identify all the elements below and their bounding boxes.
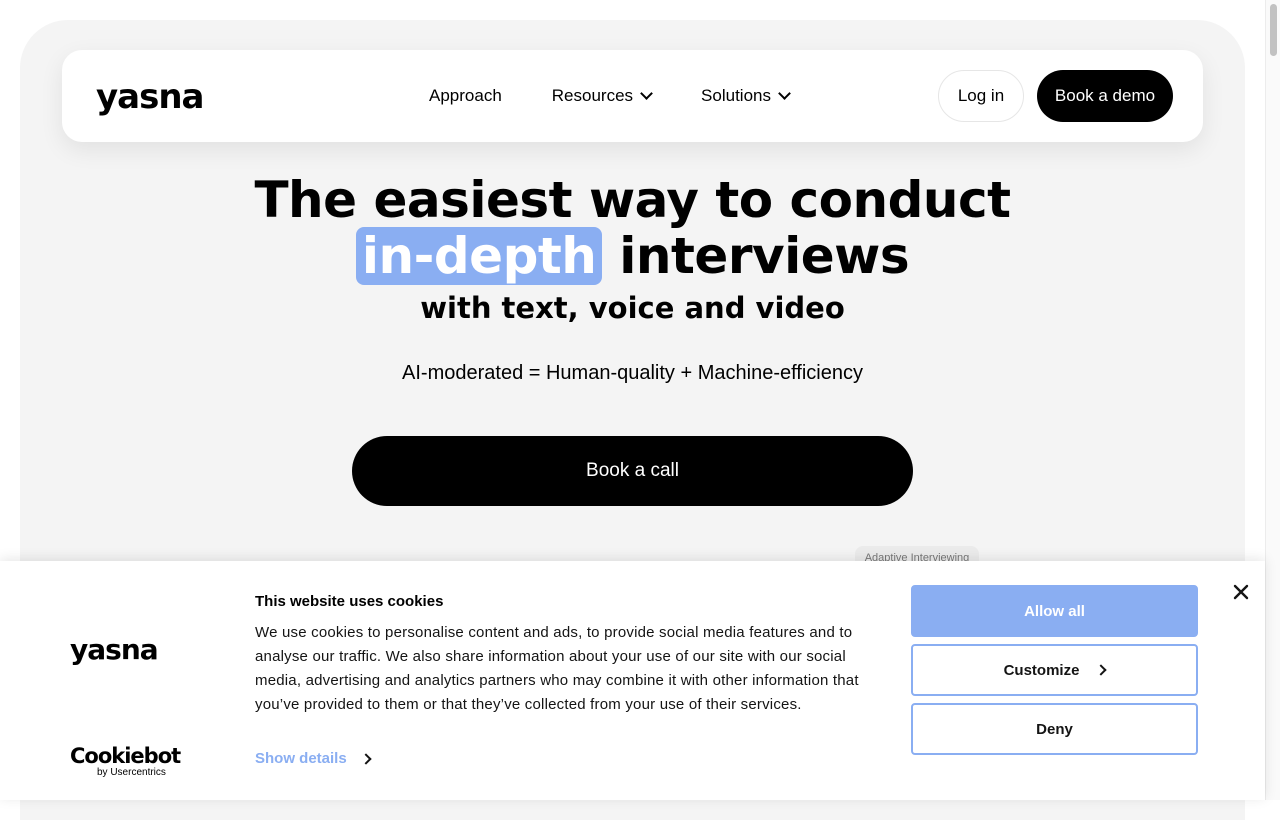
cookiebot-name: Cookiebot (70, 744, 181, 768)
show-details-link[interactable]: Show details (255, 750, 372, 767)
login-button[interactable]: Log in (938, 70, 1024, 122)
cookie-description: We use cookies to personalise content an… (255, 624, 859, 713)
cookie-heading: This website uses cookies (255, 593, 444, 610)
chevron-right-icon (1095, 664, 1108, 676)
customize-button[interactable]: Customize (911, 644, 1198, 696)
book-demo-button[interactable]: Book a demo (1037, 70, 1173, 122)
hero-title-rest: interviews (619, 227, 910, 285)
hero-tagline: AI-moderated = Human-quality + Machine-e… (402, 362, 863, 384)
yasna-logo[interactable]: yasna (96, 80, 204, 114)
cookiebot-by: by Usercentrics (97, 767, 166, 778)
nav-link-label: Solutions (701, 86, 771, 105)
customize-label: Customize (1003, 661, 1080, 679)
allow-all-button[interactable]: Allow all (911, 585, 1198, 637)
nav-link-label: Approach (429, 86, 502, 105)
hero-title: The easiest way to conduct in-depth inte… (0, 171, 1265, 285)
hero-subtitle: with text, voice and video (420, 291, 845, 325)
close-icon[interactable] (1229, 580, 1253, 604)
nav-link-label: Resources (551, 86, 634, 105)
chevron-down-icon (778, 87, 791, 100)
cookie-banner-logo: yasna (70, 633, 159, 666)
show-details-label: Show details (255, 750, 347, 767)
nav-link-resources[interactable]: Resources (551, 86, 653, 106)
cookie-banner: yasna Cookiebot by Usercentrics This web… (0, 561, 1265, 800)
scrollbar[interactable] (1265, 0, 1280, 800)
navbar: yasna Approach Resources Solutions Log i… (62, 50, 1203, 142)
chevron-right-icon (360, 752, 372, 765)
book-call-button[interactable]: Book a call (352, 436, 913, 506)
deny-button[interactable]: Deny (911, 703, 1198, 755)
hero-title-highlight: in-depth (355, 227, 603, 285)
chevron-down-icon (640, 87, 653, 100)
hero-title-line1: The easiest way to conduct (254, 171, 1011, 229)
nav-links: Approach Resources Solutions (429, 86, 791, 106)
nav-link-solutions[interactable]: Solutions (701, 86, 791, 106)
nav-link-approach[interactable]: Approach (429, 86, 502, 106)
scrollbar-thumb[interactable] (1270, 4, 1277, 56)
cookiebot-logo[interactable]: Cookiebot by Usercentrics (70, 744, 181, 778)
